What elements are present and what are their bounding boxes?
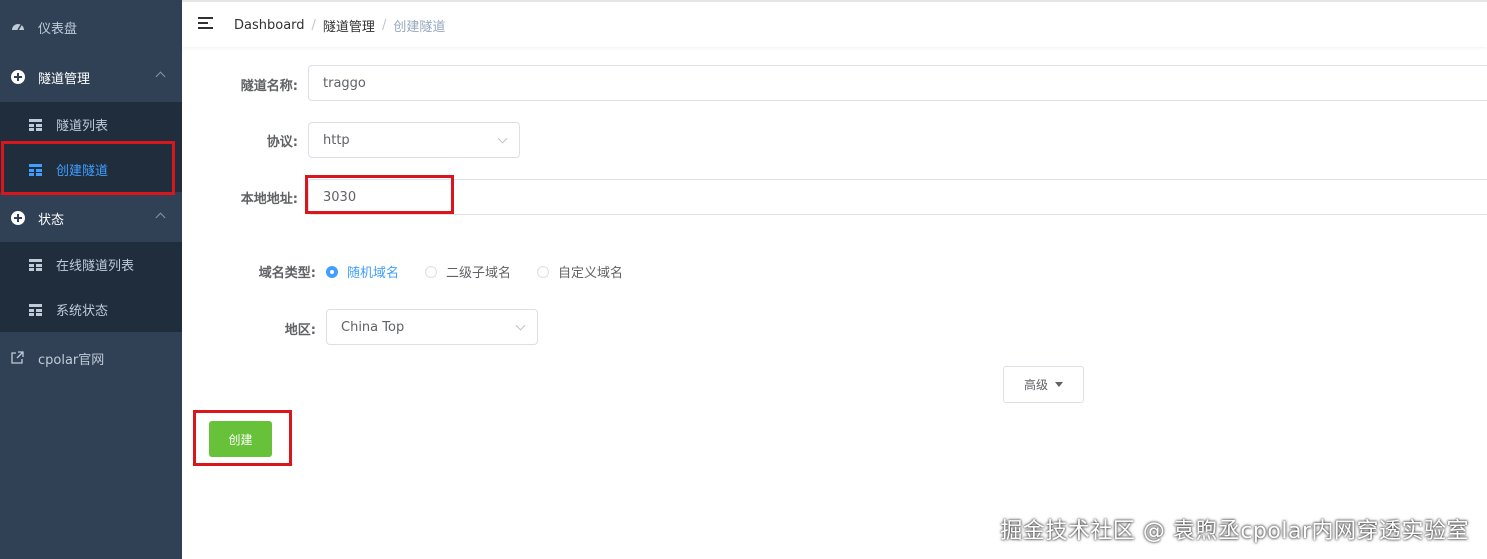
sidebar: 仪表盘 隧道管理 隧道列表 创建隧道 状态 在线隧道列表 系统状态 cpolar… xyxy=(0,0,182,559)
protocol-select-value: http xyxy=(323,132,350,148)
radio-subdomain[interactable]: 二级子域名 xyxy=(425,262,511,281)
breadcrumb-dashboard[interactable]: Dashboard xyxy=(234,18,305,33)
plus-circle-icon xyxy=(11,211,25,225)
chevron-up-icon xyxy=(155,212,166,223)
region-label: 地区: xyxy=(284,323,316,338)
top-navbar: Dashboard / 隧道管理 / 创建隧道 xyxy=(182,0,1487,47)
sidebar-item-label: 仪表盘 xyxy=(38,21,78,37)
local-address-input[interactable]: 3030 xyxy=(308,179,1487,215)
protocol-label: 协议: xyxy=(266,135,298,150)
region-select-value: China Top xyxy=(341,319,405,335)
advanced-dropdown-button[interactable]: 高级 xyxy=(1003,366,1084,403)
radio-custom-domain[interactable]: 自定义域名 xyxy=(537,262,623,281)
region-select[interactable]: China Top xyxy=(326,309,538,345)
highlight-box-sidebar xyxy=(1,141,175,195)
radio-dot xyxy=(326,265,338,278)
breadcrumb: Dashboard / 隧道管理 / 创建隧道 xyxy=(234,16,445,35)
breadcrumb-separator: / xyxy=(311,18,316,33)
sidebar-item-label: 隧道管理 xyxy=(38,71,91,87)
external-link-icon xyxy=(11,351,25,365)
radio-label: 随机域名 xyxy=(347,266,400,281)
highlight-box-local-address xyxy=(305,175,454,214)
protocol-select[interactable]: http xyxy=(308,122,520,158)
radio-random-domain[interactable]: 随机域名 xyxy=(326,262,399,281)
advanced-button-label: 高级 xyxy=(1023,378,1048,392)
sidebar-item-system-status[interactable]: 系统状态 xyxy=(0,287,182,332)
radio-label: 二级子域名 xyxy=(446,266,512,281)
highlight-box-create-button xyxy=(193,410,292,466)
sidebar-item-label: 系统状态 xyxy=(56,304,109,319)
breadcrumb-separator: / xyxy=(381,18,387,33)
caret-down-icon xyxy=(1055,382,1063,387)
table-icon xyxy=(29,258,42,271)
chevron-up-icon xyxy=(155,71,166,82)
dashboard-gauge-icon xyxy=(11,20,25,34)
sidebar-item-status[interactable]: 状态 xyxy=(0,193,182,243)
sidebar-item-label: 状态 xyxy=(38,212,65,228)
sidebar-item-label: cpolar官网 xyxy=(38,352,105,368)
plus-circle-icon xyxy=(11,70,25,84)
sidebar-item-online-tunnels[interactable]: 在线隧道列表 xyxy=(0,242,182,287)
local-address-label: 本地地址: xyxy=(240,192,298,207)
sidebar-item-cpolar-site[interactable]: cpolar官网 xyxy=(0,333,182,383)
sidebar-item-dashboard[interactable]: 仪表盘 xyxy=(0,2,182,52)
tunnel-name-label: 隧道名称: xyxy=(240,79,298,94)
tunnel-name-input[interactable]: traggo xyxy=(308,65,1487,101)
watermark-text: 掘金技术社区 @ 袁煦丞cpolar内网穿透实验室 xyxy=(1000,519,1469,544)
chevron-down-icon xyxy=(497,133,508,144)
chevron-down-icon xyxy=(515,320,526,331)
breadcrumb-current: 创建隧道 xyxy=(393,20,446,35)
sidebar-item-label: 隧道列表 xyxy=(56,119,109,134)
radio-label: 自定义域名 xyxy=(558,266,624,281)
sidebar-item-label: 在线隧道列表 xyxy=(56,259,135,274)
radio-dot xyxy=(537,265,549,278)
table-icon xyxy=(29,303,42,316)
radio-dot xyxy=(425,265,437,278)
sidebar-item-tunnel-management[interactable]: 隧道管理 xyxy=(0,52,182,102)
breadcrumb-tunnel-management[interactable]: 隧道管理 xyxy=(323,16,375,35)
hamburger-menu-icon[interactable] xyxy=(198,17,213,29)
table-icon xyxy=(29,118,42,131)
domain-type-label: 域名类型: xyxy=(258,266,316,281)
